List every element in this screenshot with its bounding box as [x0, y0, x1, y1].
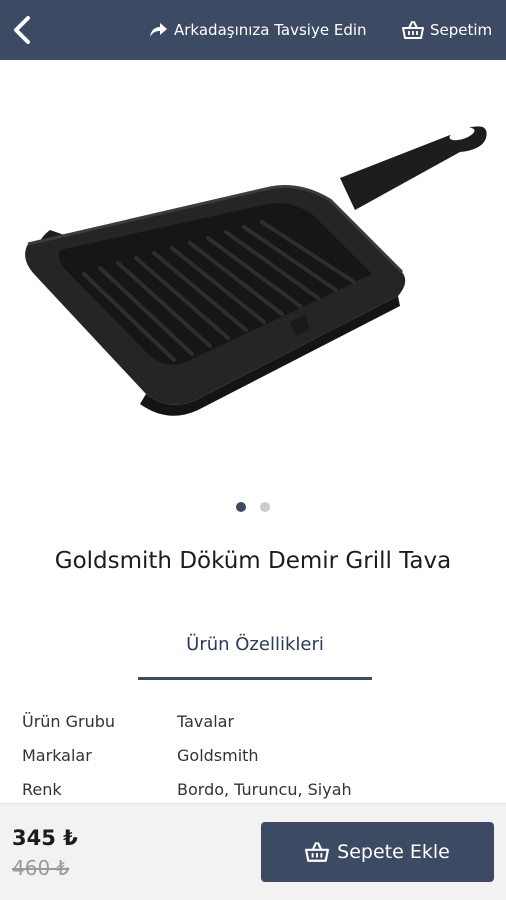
cart-button[interactable]: Sepetim: [402, 18, 492, 42]
spec-row: Renk Bordo, Turuncu, Siyah: [22, 772, 492, 806]
add-to-cart-label: Sepete Ekle: [337, 841, 450, 863]
current-price: 345 ₺: [12, 826, 78, 850]
chevron-left-icon: [14, 16, 30, 44]
purchase-bar: 345 ₺ 460 ₺ Sepete Ekle: [0, 803, 506, 900]
tab-active-indicator: [138, 677, 372, 680]
spec-key: Renk: [22, 779, 62, 799]
pager-dot-2[interactable]: [260, 502, 270, 512]
pager-dot-1[interactable]: [236, 502, 246, 512]
product-specs-table: Ürün Grubu Tavalar Markalar Goldsmith Re…: [22, 704, 492, 806]
spec-value: Bordo, Turuncu, Siyah: [177, 779, 352, 799]
image-pager: [0, 502, 506, 512]
basket-icon: [402, 21, 424, 39]
tab-product-features[interactable]: Ürün Özellikleri: [138, 628, 372, 680]
basket-icon: [305, 842, 330, 862]
grill-pan-illustration: [25, 126, 487, 416]
spec-key: Ürün Grubu: [22, 711, 116, 731]
spec-row: Ürün Grubu Tavalar: [22, 704, 492, 738]
product-title: Goldsmith Döküm Demir Grill Tava: [54, 548, 452, 574]
back-button[interactable]: [8, 12, 36, 48]
spec-row: Markalar Goldsmith: [22, 738, 492, 772]
spec-value: Goldsmith: [177, 745, 259, 765]
tab-product-features-label: Ürün Özellikleri: [186, 634, 324, 655]
spec-value: Tavalar: [177, 711, 235, 731]
recommend-label: Arkadaşınıza Tavsiye Edin: [174, 21, 367, 39]
add-to-cart-button[interactable]: Sepete Ekle: [261, 822, 494, 882]
recommend-to-friend-button[interactable]: Arkadaşınıza Tavsiye Edin: [148, 18, 367, 42]
top-app-bar: Arkadaşınıza Tavsiye Edin Sepetim: [0, 0, 506, 60]
cart-label: Sepetim: [430, 21, 493, 39]
old-price: 460 ₺: [12, 856, 70, 880]
spec-key: Markalar: [22, 745, 92, 765]
product-image[interactable]: [0, 60, 506, 490]
share-arrow-icon: [150, 23, 167, 37]
